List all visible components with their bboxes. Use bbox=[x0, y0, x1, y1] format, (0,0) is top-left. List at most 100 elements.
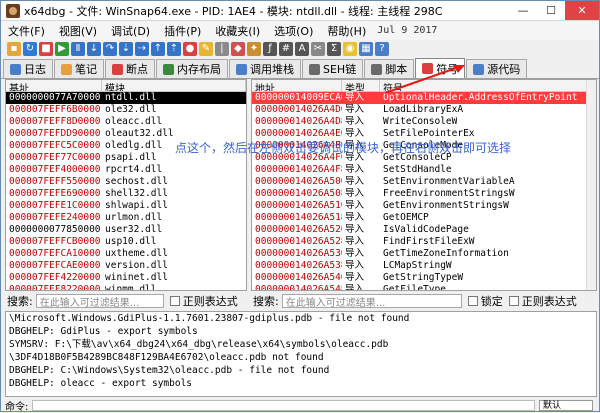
label-icon[interactable]: ❘ bbox=[215, 42, 229, 56]
command-input[interactable] bbox=[32, 400, 535, 411]
tab-seh[interactable]: SEH链 bbox=[302, 59, 364, 78]
step-over-icon[interactable]: ↷ bbox=[103, 42, 117, 56]
command-label: 命令: bbox=[5, 402, 29, 413]
symbol-name: GetEnvironmentStringsW bbox=[383, 200, 509, 211]
module-row[interactable]: 000007FEFE690000 shell32.dll bbox=[6, 188, 246, 200]
trace-over-icon[interactable]: ⇢ bbox=[135, 42, 149, 56]
minimize-button[interactable]: — bbox=[509, 1, 537, 20]
module-regex-checkbox[interactable] bbox=[169, 296, 180, 306]
open-icon[interactable]: ▪ bbox=[7, 42, 21, 56]
module-row[interactable]: 000007FEF4220000 wininet.dll bbox=[6, 272, 246, 284]
module-row[interactable]: 0000000077850000 user32.dll bbox=[6, 224, 246, 236]
hash-icon[interactable]: # bbox=[279, 42, 293, 56]
module-row[interactable]: 000007FEFE1C0000 shlwapi.dll bbox=[6, 200, 246, 212]
lightbulb-icon[interactable]: ◉ bbox=[343, 42, 357, 56]
scissors-icon[interactable]: ✂ bbox=[311, 42, 325, 56]
lock-checkbox[interactable] bbox=[467, 296, 478, 306]
tab-breakpoint[interactable]: 断点 bbox=[105, 59, 155, 78]
tab-source[interactable]: 源代码 bbox=[466, 59, 528, 78]
module-row[interactable]: 000007FEFF6B0000 ole32.dll bbox=[6, 104, 246, 116]
symbols-pane: 地址 类型 符号 000000014009ECA0 导入 OptionalHeade… bbox=[251, 79, 597, 291]
symbol-row[interactable]: 000000014026A548 导入 GetFileType bbox=[252, 284, 596, 291]
symbol-row[interactable]: 000000014026A508 导入 FreeEnvironmentStrings… bbox=[252, 188, 596, 200]
tab-notes[interactable]: 笔记 bbox=[54, 59, 104, 78]
column-address-header[interactable]: 地址 bbox=[252, 80, 342, 91]
sigma-icon[interactable]: Σ bbox=[327, 42, 341, 56]
menu-item-3[interactable]: 插件(P) bbox=[157, 23, 208, 39]
column-base-header[interactable]: 基址 bbox=[6, 80, 102, 91]
font-icon[interactable]: A bbox=[295, 42, 309, 56]
menu-item-2[interactable]: 调试(D) bbox=[104, 23, 157, 39]
guide-icon[interactable]: ? bbox=[375, 42, 389, 56]
module-name: oleacc.dll bbox=[105, 116, 163, 127]
symbol-name: GetFileType bbox=[383, 284, 446, 291]
step-into-icon[interactable]: ↓ bbox=[87, 42, 101, 56]
symbol-row[interactable]: 000000014026A528 导入 FindFirstFileExW bbox=[252, 236, 596, 248]
module-row[interactable]: 000007FEFCA10000 uxtheme.dll bbox=[6, 248, 246, 260]
menu-item-5[interactable]: 选项(O) bbox=[267, 23, 320, 39]
menu-item-1[interactable]: 视图(V) bbox=[52, 23, 104, 39]
module-name: oledlg.dll bbox=[105, 140, 163, 151]
module-search-input[interactable]: 在此输入可过滤结果... bbox=[35, 294, 164, 309]
symbol-row[interactable]: 000000014026A538 导入 LCMapStringW bbox=[252, 260, 596, 272]
module-row[interactable]: 000007FEFCAE0000 version.dll bbox=[6, 260, 246, 272]
module-search-bar: 搜索: 在此输入可过滤结果... 正则表达式 bbox=[7, 293, 249, 309]
log-output[interactable]: \Microsoft.Windows.GdiPlus-1.1.7601.2380… bbox=[5, 311, 597, 397]
symbol-row[interactable]: 000000014026A4D8 导入 WriteConsoleW bbox=[252, 116, 596, 128]
symbol-row[interactable]: 000000014026A540 导入 GetStringTypeW bbox=[252, 272, 596, 284]
module-row[interactable]: 000007FEFF550000 sechost.dll bbox=[6, 176, 246, 188]
module-regex-label: 正则表达式 bbox=[182, 295, 238, 308]
function-icon[interactable]: ✦ bbox=[247, 42, 261, 56]
menu-item-6[interactable]: 帮助(H) bbox=[320, 23, 373, 39]
symbol-row[interactable]: 000000014026A510 导入 GetEnvironmentStringsW bbox=[252, 200, 596, 212]
scylla-icon[interactable]: ● bbox=[183, 42, 197, 56]
log-icon bbox=[10, 63, 21, 75]
symbol-row[interactable]: 000000014026A500 导入 SetEnvironmentVariable… bbox=[252, 176, 596, 188]
call-stack-icon bbox=[236, 63, 247, 75]
close-file-icon[interactable]: ■ bbox=[39, 42, 53, 56]
module-row[interactable]: 000007FEFE240000 urlmon.dll bbox=[6, 212, 246, 224]
menu-item-4[interactable]: 收藏夹(I) bbox=[208, 23, 267, 39]
module-row[interactable]: 000007FEF8220000 winmm.dll bbox=[6, 284, 246, 290]
module-row[interactable]: 000007FEFFCB0000 usp10.dll bbox=[6, 236, 246, 248]
module-row[interactable]: 000007FEF4000000 rpcrt4.dll bbox=[6, 164, 246, 176]
tab-log[interactable]: 日志 bbox=[3, 59, 53, 78]
column-type-header[interactable]: 类型 bbox=[342, 80, 380, 91]
module-base: 000007FEF77C0000 bbox=[9, 152, 101, 163]
maximize-button[interactable]: ☐ bbox=[537, 1, 565, 20]
module-name: psapi.dll bbox=[105, 152, 157, 163]
tab-memory-map[interactable]: 内存布局 bbox=[156, 59, 228, 78]
symbol-address: 000000014026A4D8 bbox=[255, 116, 342, 127]
execute-till-return-icon[interactable]: ↑ bbox=[151, 42, 165, 56]
symbol-row[interactable]: 000000014026A4D0 导入 LoadLibraryExA bbox=[252, 104, 596, 116]
run-icon[interactable]: ▶ bbox=[55, 42, 69, 56]
restart-icon[interactable]: ↻ bbox=[23, 42, 37, 56]
symbol-search-input[interactable]: 在此输入可过滤结果... bbox=[281, 294, 462, 309]
symbol-type: 导入 bbox=[345, 92, 365, 103]
title-bar: x64dbg - 文件: WinSnap64.exe - PID: 1AE4 -… bbox=[1, 1, 599, 21]
tab-call-stack[interactable]: 调用堆栈 bbox=[229, 59, 301, 78]
symbols-scrollbar[interactable] bbox=[586, 80, 596, 290]
pause-icon[interactable]: Ⅱ bbox=[71, 42, 85, 56]
module-base: 000007FEFE1C0000 bbox=[9, 200, 101, 211]
menu-item-0[interactable]: 文件(F) bbox=[1, 23, 52, 39]
trace-into-icon[interactable]: ⇣ bbox=[119, 42, 133, 56]
symbol-row[interactable]: 000000014026A530 导入 GetTimeZoneInformation bbox=[252, 248, 596, 260]
fx-icon[interactable]: ƒ bbox=[263, 42, 277, 56]
column-module-header[interactable]: 模块 bbox=[102, 80, 246, 91]
command-mode-select[interactable]: 默认 bbox=[539, 400, 593, 411]
comment-icon[interactable]: ✎ bbox=[199, 42, 213, 56]
module-row[interactable]: 000007FEFF8D0000 oleacc.dll bbox=[6, 116, 246, 128]
symbol-type: 导入 bbox=[345, 236, 365, 247]
bookmark-icon[interactable]: ◆ bbox=[231, 42, 245, 56]
modules-pane: 基址 模块 0000000077A70000 ntdll.dll 000007FEF… bbox=[5, 79, 247, 291]
symbol-row[interactable]: 000000014026A4F8 导入 SetStdHandle bbox=[252, 164, 596, 176]
calculator-icon[interactable]: ▦ bbox=[359, 42, 373, 56]
module-row[interactable]: 0000000077A70000 ntdll.dll bbox=[6, 92, 246, 104]
symbol-regex-checkbox[interactable] bbox=[508, 296, 519, 306]
symbol-row[interactable]: 000000014026A520 导入 IsValidCodePage bbox=[252, 224, 596, 236]
close-button[interactable]: ✕ bbox=[565, 1, 599, 20]
run-to-user-code-icon[interactable]: ⇡ bbox=[167, 42, 181, 56]
symbol-row[interactable]: 000000014026A518 导入 GetOEMCP bbox=[252, 212, 596, 224]
symbol-name: GetStringTypeW bbox=[383, 272, 464, 283]
